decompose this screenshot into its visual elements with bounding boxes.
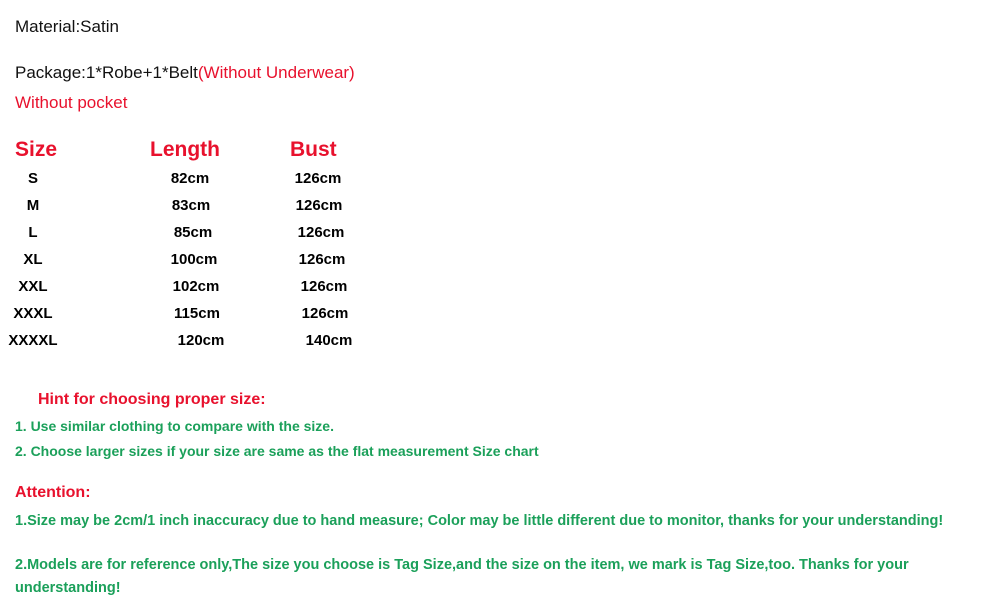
table-row: XXL 102cm 126cm xyxy=(0,278,460,305)
hint-title: Hint for choosing proper size: xyxy=(38,391,266,408)
table-row: XXXXL 120cm 140cm xyxy=(0,332,460,359)
size-chart-table: Size Length Bust S 82cm 126cm M 83cm 126… xyxy=(0,138,460,359)
column-header-bust: Bust xyxy=(290,138,337,161)
cell-length: 120cm xyxy=(177,332,225,349)
hint-item: 1. Use similar clothing to compare with … xyxy=(15,418,334,434)
cell-length: 115cm xyxy=(174,305,220,322)
cell-bust: 140cm xyxy=(305,332,353,349)
cell-size: XXXXL xyxy=(8,332,58,349)
cell-bust: 126cm xyxy=(295,197,343,214)
cell-bust: 126cm xyxy=(301,305,349,322)
attention-item: 2.Models are for reference only,The size… xyxy=(15,557,909,596)
cell-size: XXL xyxy=(18,278,48,295)
cell-length: 82cm xyxy=(170,170,210,187)
pocket-note-line: Without pocket xyxy=(15,93,128,112)
table-row: XL 100cm 126cm xyxy=(0,251,460,278)
cell-size: L xyxy=(28,224,38,241)
column-header-length: Length xyxy=(150,138,220,161)
attention-item: 1.Size may be 2cm/1 inch inaccuracy due … xyxy=(15,513,944,529)
cell-length: 100cm xyxy=(170,251,218,268)
cell-bust: 126cm xyxy=(294,170,342,187)
table-row: S 82cm 126cm xyxy=(0,170,460,197)
cell-size: XL xyxy=(23,251,43,268)
cell-size: S xyxy=(27,170,38,187)
column-header-size: Size xyxy=(15,138,58,161)
cell-length: 83cm xyxy=(171,197,211,214)
table-row: L 85cm 126cm xyxy=(0,224,460,251)
package-note-text: (Without Underwear) xyxy=(197,63,355,82)
cell-bust: 126cm xyxy=(298,251,346,268)
cell-size: M xyxy=(26,197,40,214)
cell-size: XXXL xyxy=(13,305,53,322)
size-chart-page: Material:Satin Package:1*Robe+1*Belt(Wit… xyxy=(0,0,984,616)
table-row: XXXL 115cm 126cm xyxy=(0,305,460,332)
cell-bust: 126cm xyxy=(297,224,345,241)
package-line: Package:1*Robe+1*Belt(Without Underwear) xyxy=(15,63,355,83)
cell-length: 102cm xyxy=(172,278,220,295)
package-main-text: Package:1*Robe+1*Belt xyxy=(15,63,198,82)
table-row: M 83cm 126cm xyxy=(0,197,460,224)
material-line: Material:Satin xyxy=(15,17,119,36)
table-header-row: Size Length Bust xyxy=(0,138,460,170)
cell-length: 85cm xyxy=(173,224,213,241)
cell-bust: 126cm xyxy=(300,278,348,295)
hint-item: 2. Choose larger sizes if your size are … xyxy=(15,443,539,459)
attention-title: Attention: xyxy=(15,484,91,501)
